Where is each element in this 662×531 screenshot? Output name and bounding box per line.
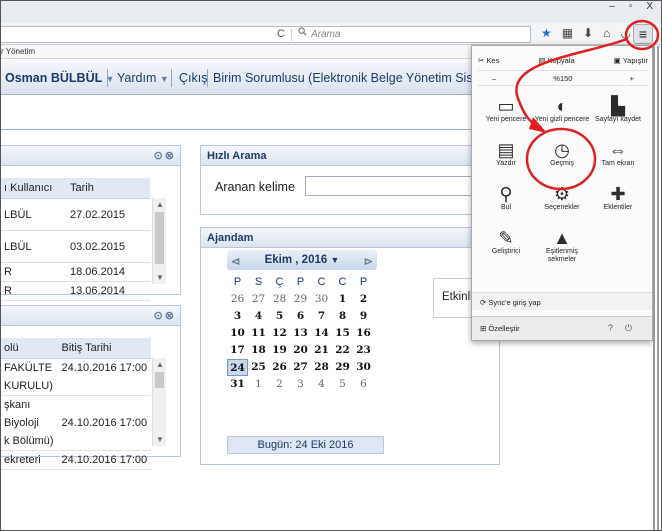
history-highlight-circle xyxy=(525,127,597,191)
browser-window: – ▫ X C Arama ★ ▦ ⬇ ⌂ ◡ ≡ r Yönetim Osma… xyxy=(0,0,662,531)
arrow-head xyxy=(529,117,547,133)
menu-highlight-circle xyxy=(624,19,660,51)
annotation-arrow xyxy=(515,37,628,131)
annotation-overlay xyxy=(515,19,661,530)
